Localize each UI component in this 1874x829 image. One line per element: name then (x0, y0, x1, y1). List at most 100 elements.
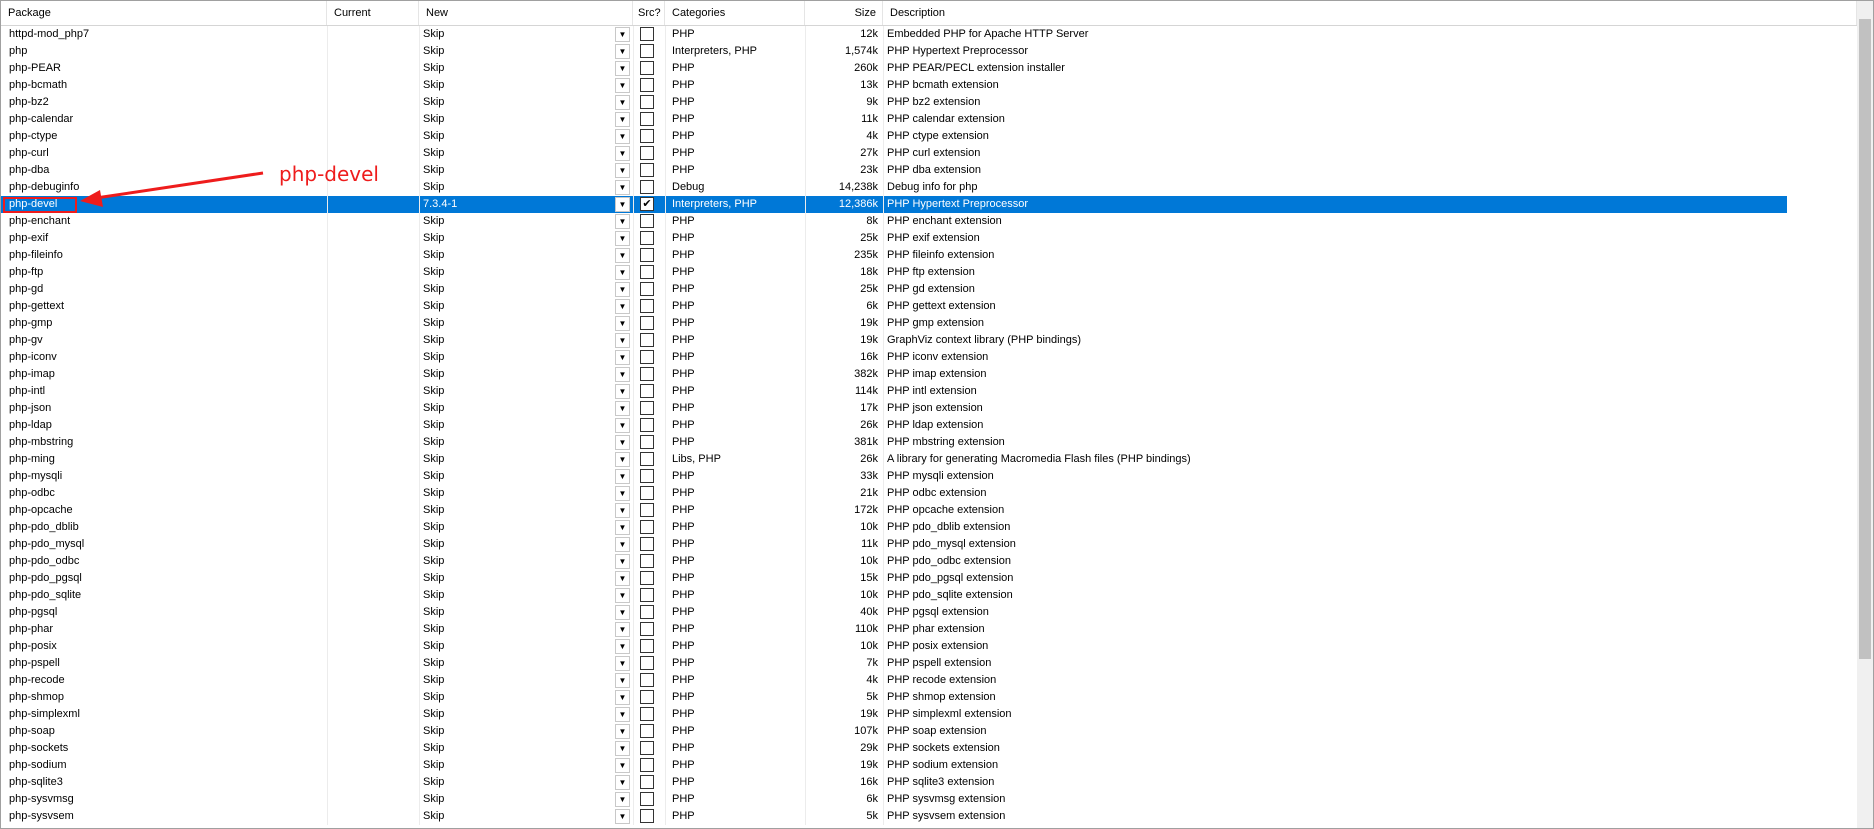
chevron-down-icon[interactable]: ▼ (615, 520, 630, 535)
chevron-down-icon[interactable]: ▼ (615, 180, 630, 195)
chevron-down-icon[interactable]: ▼ (615, 197, 630, 212)
table-row[interactable]: php-bz2 Skip ▼ PHP 9k PHP bz2 extension (1, 94, 1857, 111)
new-version-select[interactable]: Skip (423, 332, 613, 349)
chevron-down-icon[interactable]: ▼ (615, 469, 630, 484)
src-checkbox[interactable] (640, 95, 654, 109)
src-checkbox[interactable] (640, 724, 654, 738)
chevron-down-icon[interactable]: ▼ (615, 554, 630, 569)
src-checkbox[interactable] (640, 690, 654, 704)
chevron-down-icon[interactable]: ▼ (615, 486, 630, 501)
src-checkbox[interactable] (640, 605, 654, 619)
src-checkbox[interactable] (640, 486, 654, 500)
chevron-down-icon[interactable]: ▼ (615, 78, 630, 93)
table-row[interactable]: php-gmp Skip ▼ PHP 19k PHP gmp extension (1, 315, 1857, 332)
chevron-down-icon[interactable]: ▼ (615, 44, 630, 59)
chevron-down-icon[interactable]: ▼ (615, 129, 630, 144)
chevron-down-icon[interactable]: ▼ (615, 112, 630, 127)
table-row[interactable]: php-ctype Skip ▼ PHP 4k PHP ctype extension (1, 128, 1857, 145)
table-row[interactable]: php-imap Skip ▼ PHP 382k PHP imap extension (1, 366, 1857, 383)
chevron-down-icon[interactable]: ▼ (615, 299, 630, 314)
src-checkbox[interactable] (640, 61, 654, 75)
chevron-down-icon[interactable]: ▼ (615, 27, 630, 42)
chevron-down-icon[interactable]: ▼ (615, 367, 630, 382)
src-checkbox[interactable] (640, 350, 654, 364)
new-version-select[interactable]: Skip (423, 264, 613, 281)
src-checkbox[interactable] (640, 571, 654, 585)
chevron-down-icon[interactable]: ▼ (615, 673, 630, 688)
chevron-down-icon[interactable]: ▼ (615, 350, 630, 365)
new-version-select[interactable]: Skip (423, 60, 613, 77)
src-checkbox[interactable] (640, 180, 654, 194)
src-checkbox[interactable] (640, 78, 654, 92)
table-row[interactable]: php-devel 7.3.4-1 ▼ ✔ Interpreters, PHP 12,38… (1, 196, 1857, 213)
vertical-scrollbar[interactable] (1857, 1, 1873, 828)
src-checkbox[interactable] (640, 231, 654, 245)
chevron-down-icon[interactable]: ▼ (615, 656, 630, 671)
table-row[interactable]: php-exif Skip ▼ PHP 25k PHP exif extension (1, 230, 1857, 247)
new-version-select[interactable]: Skip (423, 638, 613, 655)
column-header-new[interactable]: New (419, 1, 633, 25)
chevron-down-icon[interactable]: ▼ (615, 622, 630, 637)
chevron-down-icon[interactable]: ▼ (615, 231, 630, 246)
src-checkbox[interactable] (640, 163, 654, 177)
table-row[interactable]: php-phar Skip ▼ PHP 110k PHP phar extension (1, 621, 1857, 638)
new-version-select[interactable]: Skip (423, 400, 613, 417)
chevron-down-icon[interactable]: ▼ (615, 163, 630, 178)
chevron-down-icon[interactable]: ▼ (615, 605, 630, 620)
table-row[interactable]: php-sysvmsg Skip ▼ PHP 6k PHP sysvmsg extensi… (1, 791, 1857, 808)
table-row[interactable]: php-sockets Skip ▼ PHP 29k PHP sockets extens… (1, 740, 1857, 757)
new-version-select[interactable]: Skip (423, 757, 613, 774)
table-row[interactable]: httpd-mod_php7 Skip ▼ PHP 12k Embedded PHP fo… (1, 26, 1857, 43)
chevron-down-icon[interactable]: ▼ (615, 214, 630, 229)
table-row[interactable]: php-gettext Skip ▼ PHP 6k PHP gettext extensi… (1, 298, 1857, 315)
chevron-down-icon[interactable]: ▼ (615, 792, 630, 807)
new-version-select[interactable]: Skip (423, 587, 613, 604)
src-checkbox[interactable] (640, 384, 654, 398)
table-row[interactable]: php-odbc Skip ▼ PHP 21k PHP odbc extension (1, 485, 1857, 502)
new-version-select[interactable]: Skip (423, 468, 613, 485)
src-checkbox[interactable] (640, 520, 654, 534)
table-row[interactable]: php-posix Skip ▼ PHP 10k PHP posix extension (1, 638, 1857, 655)
table-row[interactable]: php-json Skip ▼ PHP 17k PHP json extension (1, 400, 1857, 417)
src-checkbox[interactable] (640, 741, 654, 755)
table-row[interactable]: php-intl Skip ▼ PHP 114k PHP intl extension (1, 383, 1857, 400)
new-version-select[interactable]: Skip (423, 315, 613, 332)
table-row[interactable]: php-simplexml Skip ▼ PHP 19k PHP simplexml ex… (1, 706, 1857, 723)
new-version-select[interactable]: Skip (423, 672, 613, 689)
chevron-down-icon[interactable]: ▼ (615, 741, 630, 756)
chevron-down-icon[interactable]: ▼ (615, 384, 630, 399)
new-version-select[interactable]: Skip (423, 383, 613, 400)
new-version-select[interactable]: Skip (423, 655, 613, 672)
table-row[interactable]: php-pdo_dblib Skip ▼ PHP 10k PHP pdo_dblib ex… (1, 519, 1857, 536)
new-version-select[interactable]: Skip (423, 706, 613, 723)
src-checkbox[interactable] (640, 214, 654, 228)
new-version-select[interactable]: Skip (423, 366, 613, 383)
table-row[interactable]: php-PEAR Skip ▼ PHP 260k PHP PEAR/PECL extens… (1, 60, 1857, 77)
src-checkbox[interactable] (640, 282, 654, 296)
new-version-select[interactable]: Skip (423, 553, 613, 570)
new-version-select[interactable]: Skip (423, 94, 613, 111)
table-row[interactable]: php-bcmath Skip ▼ PHP 13k PHP bcmath extensio… (1, 77, 1857, 94)
new-version-select[interactable]: Skip (423, 808, 613, 825)
src-checkbox[interactable] (640, 809, 654, 823)
chevron-down-icon[interactable]: ▼ (615, 282, 630, 297)
table-row[interactable]: php-gd Skip ▼ PHP 25k PHP gd extension (1, 281, 1857, 298)
chevron-down-icon[interactable]: ▼ (615, 724, 630, 739)
table-row[interactable]: php-pgsql Skip ▼ PHP 40k PHP pgsql extension (1, 604, 1857, 621)
new-version-select[interactable]: Skip (423, 247, 613, 264)
src-checkbox[interactable] (640, 639, 654, 653)
new-version-select[interactable]: Skip (423, 536, 613, 553)
table-row[interactable]: php-pdo_mysql Skip ▼ PHP 11k PHP pdo_mysql ex… (1, 536, 1857, 553)
table-row[interactable]: php-pdo_sqlite Skip ▼ PHP 10k PHP pdo_sqlite … (1, 587, 1857, 604)
table-row[interactable]: php-mysqli Skip ▼ PHP 33k PHP mysqli extensio… (1, 468, 1857, 485)
chevron-down-icon[interactable]: ▼ (615, 61, 630, 76)
new-version-select[interactable]: Skip (423, 162, 613, 179)
column-header-package[interactable]: Package (1, 1, 327, 25)
chevron-down-icon[interactable]: ▼ (615, 316, 630, 331)
src-checkbox[interactable] (640, 588, 654, 602)
src-checkbox[interactable] (640, 673, 654, 687)
chevron-down-icon[interactable]: ▼ (615, 95, 630, 110)
src-checkbox[interactable] (640, 299, 654, 313)
src-checkbox[interactable] (640, 401, 654, 415)
table-row[interactable]: php-opcache Skip ▼ PHP 172k PHP opcache exten… (1, 502, 1857, 519)
